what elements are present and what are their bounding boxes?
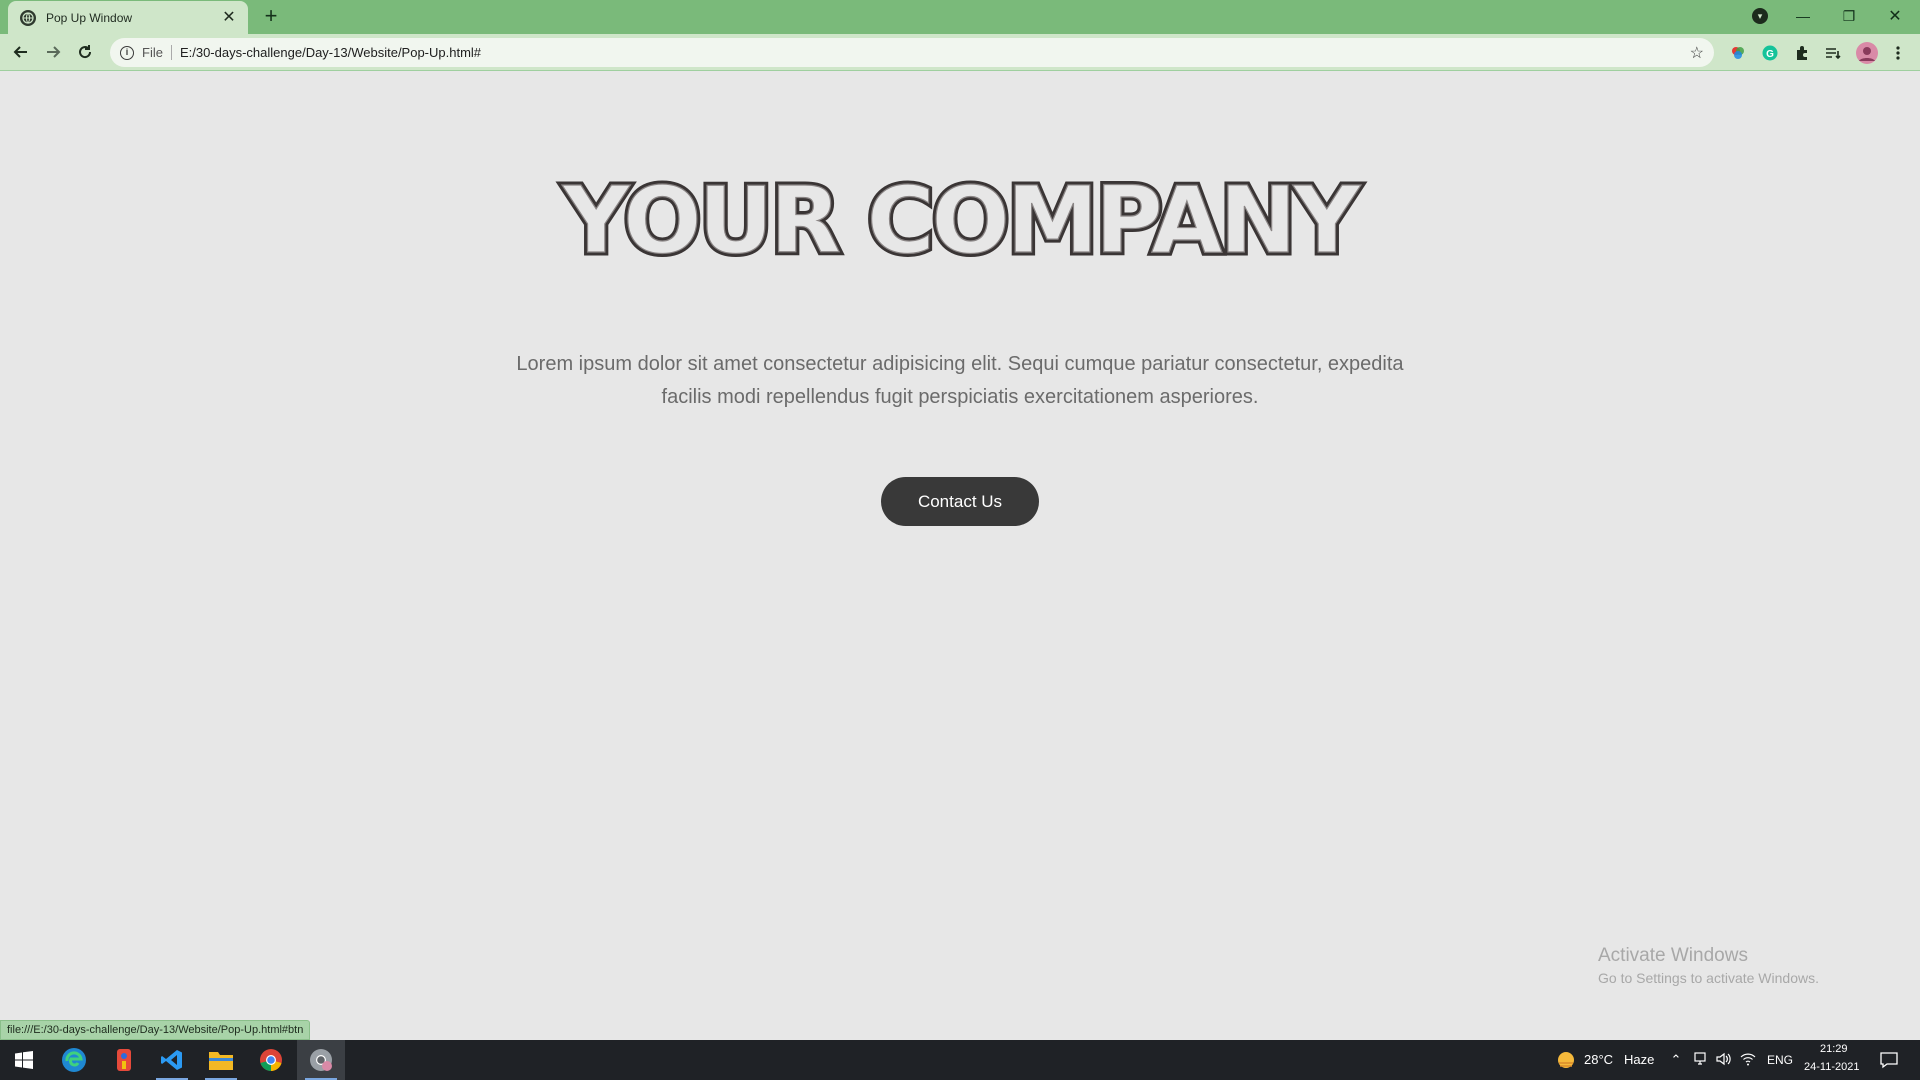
browser-menu-icon[interactable] <box>1888 43 1908 63</box>
weather-temp: 28°C <box>1584 1052 1614 1067</box>
activate-windows-watermark: Activate Windows Go to Settings to activ… <box>1598 945 1819 986</box>
chrome-icon[interactable] <box>247 1040 295 1080</box>
extensions-puzzle-icon[interactable] <box>1792 43 1812 63</box>
network-icon[interactable] <box>1740 1052 1756 1068</box>
profile-avatar[interactable] <box>1856 42 1878 64</box>
info-icon[interactable]: i <box>120 45 134 60</box>
link-status-bar: file:///E:/30-days-challenge/Day-13/Webs… <box>0 1020 311 1040</box>
reload-icon[interactable] <box>71 38 99 66</box>
clock-time[interactable]: 21:29 <box>1820 1043 1848 1055</box>
address-bar[interactable]: i File E:/30-days-challenge/Day-13/Websi… <box>110 38 1714 67</box>
web-page: YOUR COMPANY YOUR COMPANY Lorem ipsum do… <box>0 71 1920 1040</box>
svg-text:G: G <box>1766 49 1774 60</box>
file-explorer-icon[interactable] <box>197 1040 245 1080</box>
vscode-icon[interactable] <box>148 1040 196 1080</box>
color-picker-extension-icon[interactable] <box>1728 43 1748 63</box>
browser-toolbar: i File E:/30-days-challenge/Day-13/Websi… <box>0 34 1920 71</box>
intro-paragraph: Lorem ipsum dolor sit amet consectetur a… <box>516 353 1404 408</box>
weather-desc: Haze <box>1624 1052 1655 1067</box>
edge-icon[interactable] <box>50 1040 98 1080</box>
bookmark-star-icon[interactable]: ☆ <box>1690 43 1704 63</box>
tab-close-icon[interactable]: ✕ <box>220 9 238 27</box>
notification-center-icon[interactable] <box>1880 1051 1898 1069</box>
chrome-alt-icon[interactable] <box>297 1040 345 1080</box>
windows-start-icon[interactable] <box>0 1040 48 1080</box>
company-heading-outline: YOUR COMPANY <box>562 166 1360 274</box>
contact-us-button[interactable]: Contact Us <box>881 477 1039 526</box>
forward-icon[interactable] <box>39 38 67 66</box>
url-text[interactable]: E:/30-days-challenge/Day-13/Website/Pop-… <box>180 45 1690 60</box>
reading-list-icon[interactable] <box>1823 43 1843 63</box>
language-indicator[interactable]: ENG <box>1767 1053 1793 1067</box>
minimize-button[interactable]: — <box>1780 0 1826 32</box>
close-window-button[interactable]: ✕ <box>1872 0 1918 32</box>
tab-strip: Pop Up Window ✕ + ▾ — ❐ ✕ <box>0 0 1920 34</box>
watermark-subtitle: Go to Settings to activate Windows. <box>1598 970 1819 986</box>
tab-pop-up-window[interactable]: Pop Up Window ✕ <box>8 1 248 34</box>
clock-date[interactable]: 24-11-2021 <box>1804 1061 1859 1073</box>
weather-haze-icon[interactable] <box>1556 1050 1576 1070</box>
new-tab-button[interactable]: + <box>258 4 284 30</box>
grammarly-extension-icon[interactable]: G <box>1760 43 1780 63</box>
windows-taskbar: 28°C Haze ⌃ ENG 21:29 24-11-2021 <box>0 1040 1920 1080</box>
back-icon[interactable] <box>7 38 35 66</box>
paint-icon[interactable] <box>100 1040 148 1080</box>
tab-title: Pop Up Window <box>46 10 133 25</box>
tab-search-icon[interactable]: ▾ <box>1752 8 1768 24</box>
watermark-title: Activate Windows <box>1598 945 1748 966</box>
volume-icon[interactable] <box>1716 1052 1732 1068</box>
show-hidden-icons-icon[interactable]: ⌃ <box>1668 1052 1684 1068</box>
device-icon[interactable] <box>1692 1052 1708 1068</box>
globe-icon <box>20 9 36 26</box>
restore-button[interactable]: ❐ <box>1826 0 1872 32</box>
scheme-label: File <box>142 45 172 60</box>
